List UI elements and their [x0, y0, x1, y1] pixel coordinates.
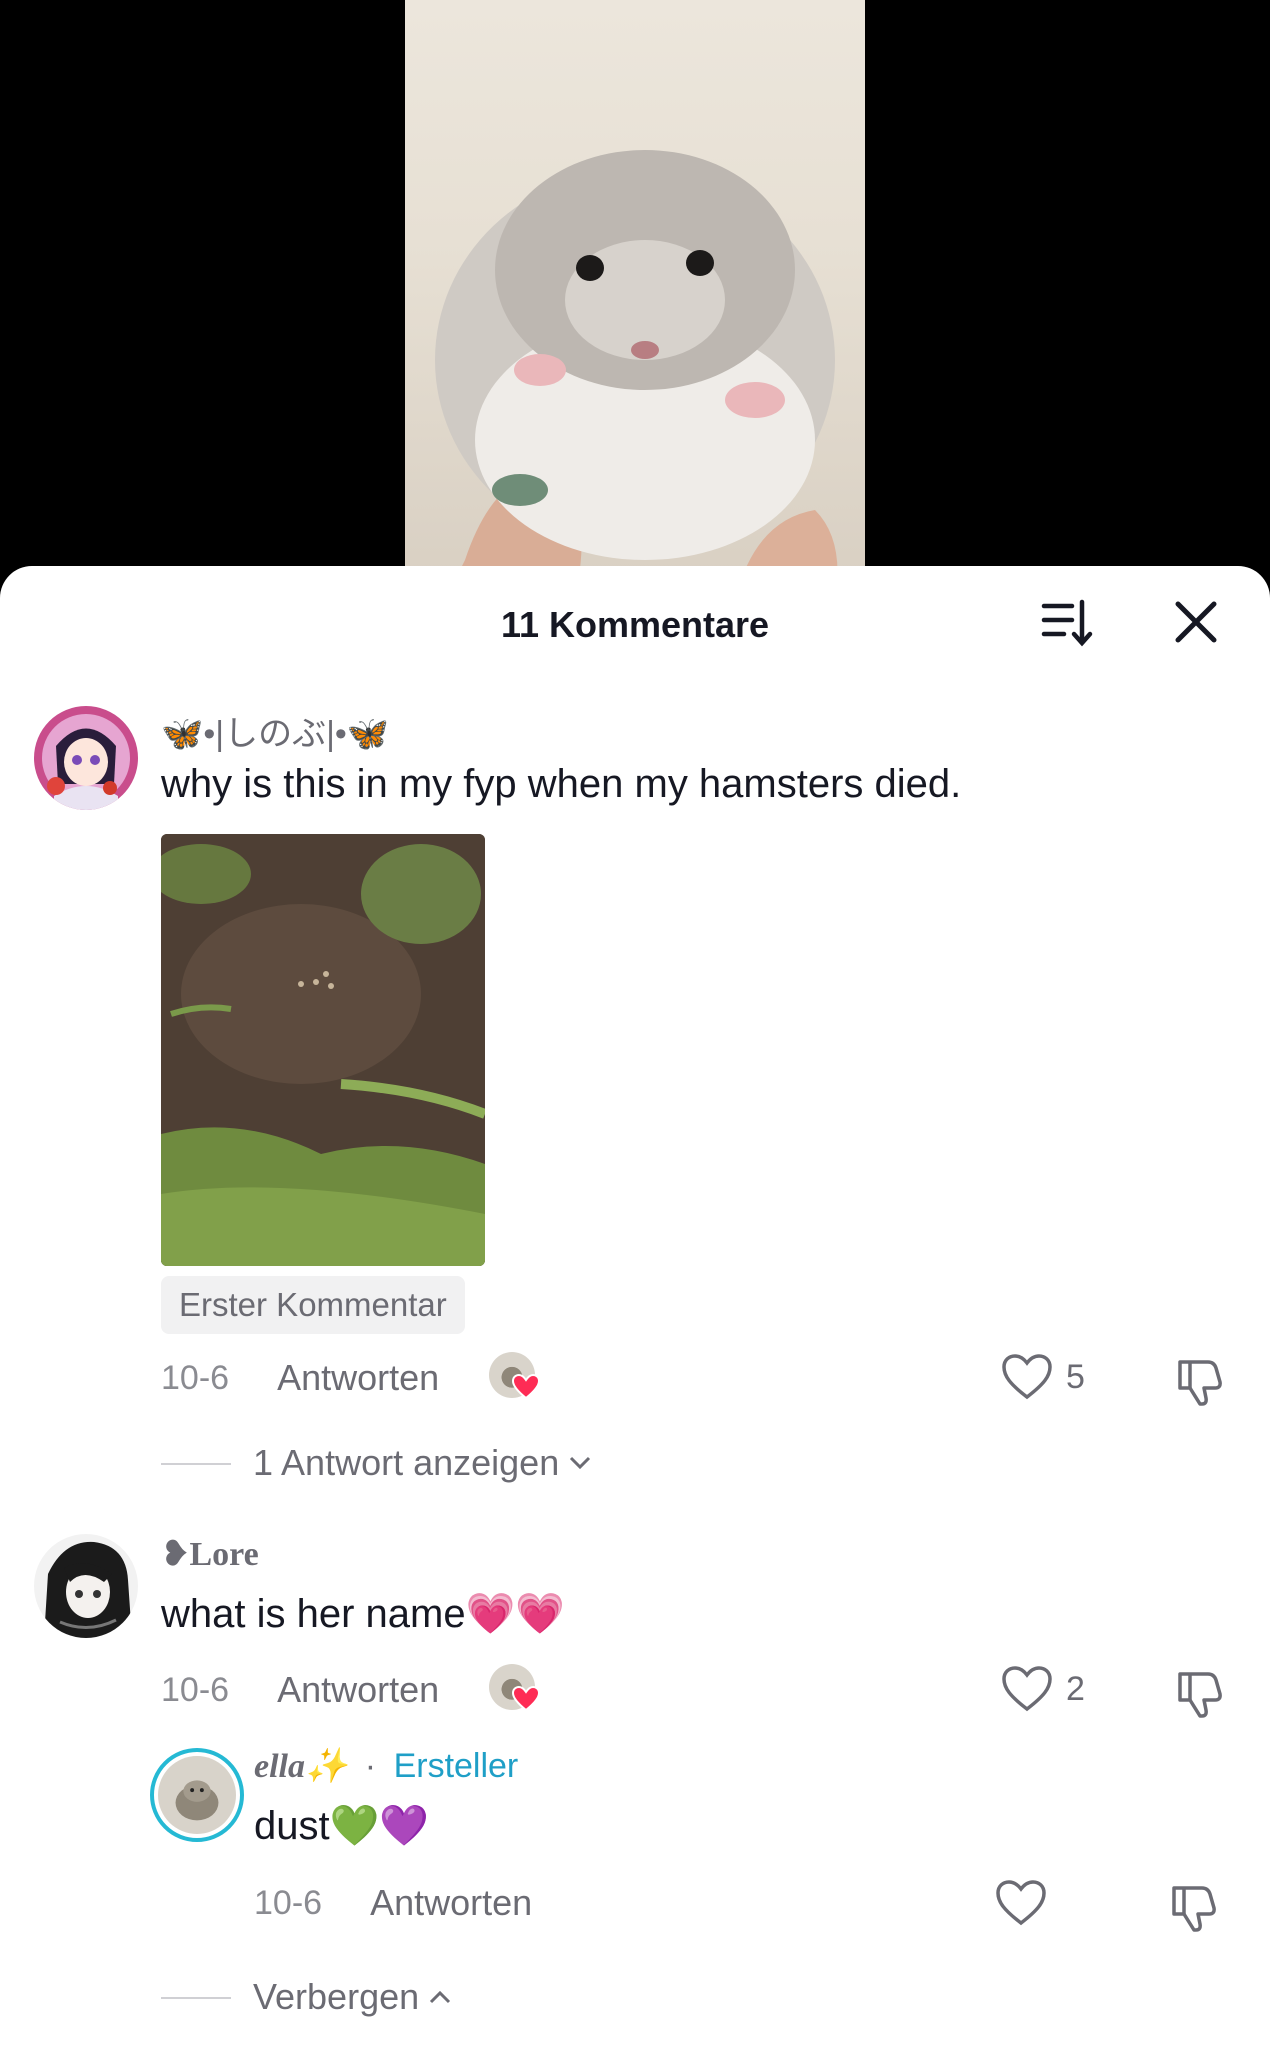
reply-username-row: ella✨ · Ersteller [254, 1746, 518, 1786]
reply-date: 10-6 [254, 1883, 323, 1922]
heart-outline-icon [996, 1880, 1046, 1926]
creator-avatar[interactable] [150, 1748, 244, 1842]
hide-replies-button[interactable]: Verbergen [253, 1976, 455, 2018]
hamster-image [405, 0, 865, 600]
reply-text: dust💚💜 [254, 1804, 430, 1848]
chevron-up-icon [430, 1990, 451, 2004]
thread-divider [161, 1997, 231, 1999]
reply-button[interactable]: Antworten [370, 1882, 532, 1924]
reply-item: ella✨ · Ersteller dust💚💜 10-6 Antworten … [0, 566, 1270, 2048]
reply-meta: 10-6 Antworten [254, 1878, 532, 1928]
like-button[interactable] [994, 1878, 1048, 1928]
separator-dot: · [364, 1747, 377, 1785]
reply-username[interactable]: ella✨ [254, 1748, 347, 1785]
video-player[interactable] [0, 0, 1270, 600]
hide-replies-label: Verbergen [253, 1976, 420, 2017]
dislike-icon[interactable] [1166, 1880, 1220, 1934]
comments-sheet: 11 Kommentare 🦋•|しのぶ|•🦋 why is this in m… [0, 566, 1270, 2048]
creator-badge: Ersteller [393, 1747, 519, 1785]
